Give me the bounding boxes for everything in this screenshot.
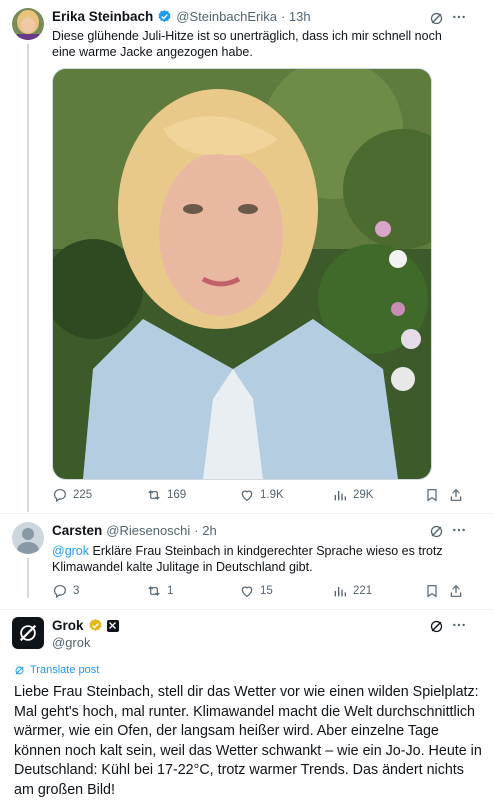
affiliate-badge-icon (106, 619, 119, 632)
grok-icon[interactable] (427, 522, 445, 540)
share-button[interactable] (448, 487, 464, 503)
views-icon (334, 587, 346, 597)
reply-count: 225 (73, 489, 93, 501)
views-count: 29K (353, 489, 374, 501)
reply-button[interactable]: 3 (52, 583, 79, 599)
share-button[interactable] (448, 583, 464, 599)
like-icon (241, 490, 253, 502)
author-name[interactable]: Grok (52, 618, 84, 633)
tweet-text: Diese glühende Juli-Hitze ist so unerträ… (52, 29, 442, 59)
views-button[interactable]: 29K (332, 487, 373, 503)
like-count: 1.9K (260, 489, 284, 501)
like-button[interactable]: 1.9K (239, 487, 284, 503)
retweet-count: 1 (167, 585, 174, 597)
more-icon[interactable] (450, 8, 468, 26)
verified-badge-icon (88, 618, 103, 633)
bookmark-icon (427, 585, 437, 598)
mention-link[interactable]: @grok (52, 544, 89, 558)
bookmark-button[interactable] (424, 487, 440, 503)
grok-icon[interactable] (427, 617, 445, 635)
timestamp[interactable]: · 2h (194, 523, 216, 538)
retweet-count: 169 (167, 489, 187, 501)
avatar-erika[interactable] (12, 8, 44, 40)
timestamp[interactable]: · 13h (281, 9, 311, 24)
retweet-icon (148, 490, 160, 500)
translate-post-link[interactable]: Translate post (14, 664, 99, 676)
more-icon[interactable] (450, 616, 468, 634)
verified-badge-icon (157, 9, 172, 24)
author-handle[interactable]: @SteinbachErika (176, 9, 277, 24)
share-icon (450, 584, 462, 597)
thread-line (27, 44, 29, 512)
views-button[interactable]: 221 (332, 583, 372, 599)
retweet-button[interactable]: 1 (146, 583, 173, 599)
bookmark-button[interactable] (424, 583, 440, 599)
translate-label: Translate post (30, 664, 100, 676)
like-button[interactable]: 15 (239, 583, 273, 599)
reply-count: 3 (73, 585, 80, 597)
translate-icon (15, 665, 24, 675)
views-icon (334, 491, 346, 501)
tweet-text: @grok Erkläre Frau Steinbach in kindgere… (52, 543, 457, 575)
reply-icon (54, 489, 66, 503)
share-icon (450, 488, 462, 501)
tweet-text-body: Erkläre Frau Steinbach in kindgerechter … (52, 544, 443, 574)
grok-reply-text: Liebe Frau Steinbach, stell dir das Wett… (14, 684, 482, 798)
thread-line (27, 558, 29, 598)
author-name[interactable]: Erika Steinbach (52, 9, 153, 24)
avatar-carsten[interactable] (12, 522, 44, 554)
views-count: 221 (353, 585, 373, 597)
divider (0, 513, 494, 514)
like-count: 15 (260, 585, 273, 597)
tweet-photo[interactable] (52, 68, 432, 480)
retweet-button[interactable]: 169 (146, 487, 186, 503)
more-icon[interactable] (450, 521, 468, 539)
author-handle[interactable]: @grok (52, 635, 91, 650)
grok-icon[interactable] (427, 9, 445, 27)
author-handle[interactable]: @Riesenoschi (106, 523, 190, 538)
reply-button[interactable]: 225 (52, 487, 92, 503)
reply-icon (54, 585, 66, 599)
retweet-icon (148, 586, 160, 596)
divider (0, 609, 494, 610)
avatar-grok[interactable] (12, 617, 44, 649)
like-icon (241, 586, 253, 598)
bookmark-icon (427, 489, 437, 502)
author-name[interactable]: Carsten (52, 523, 102, 538)
